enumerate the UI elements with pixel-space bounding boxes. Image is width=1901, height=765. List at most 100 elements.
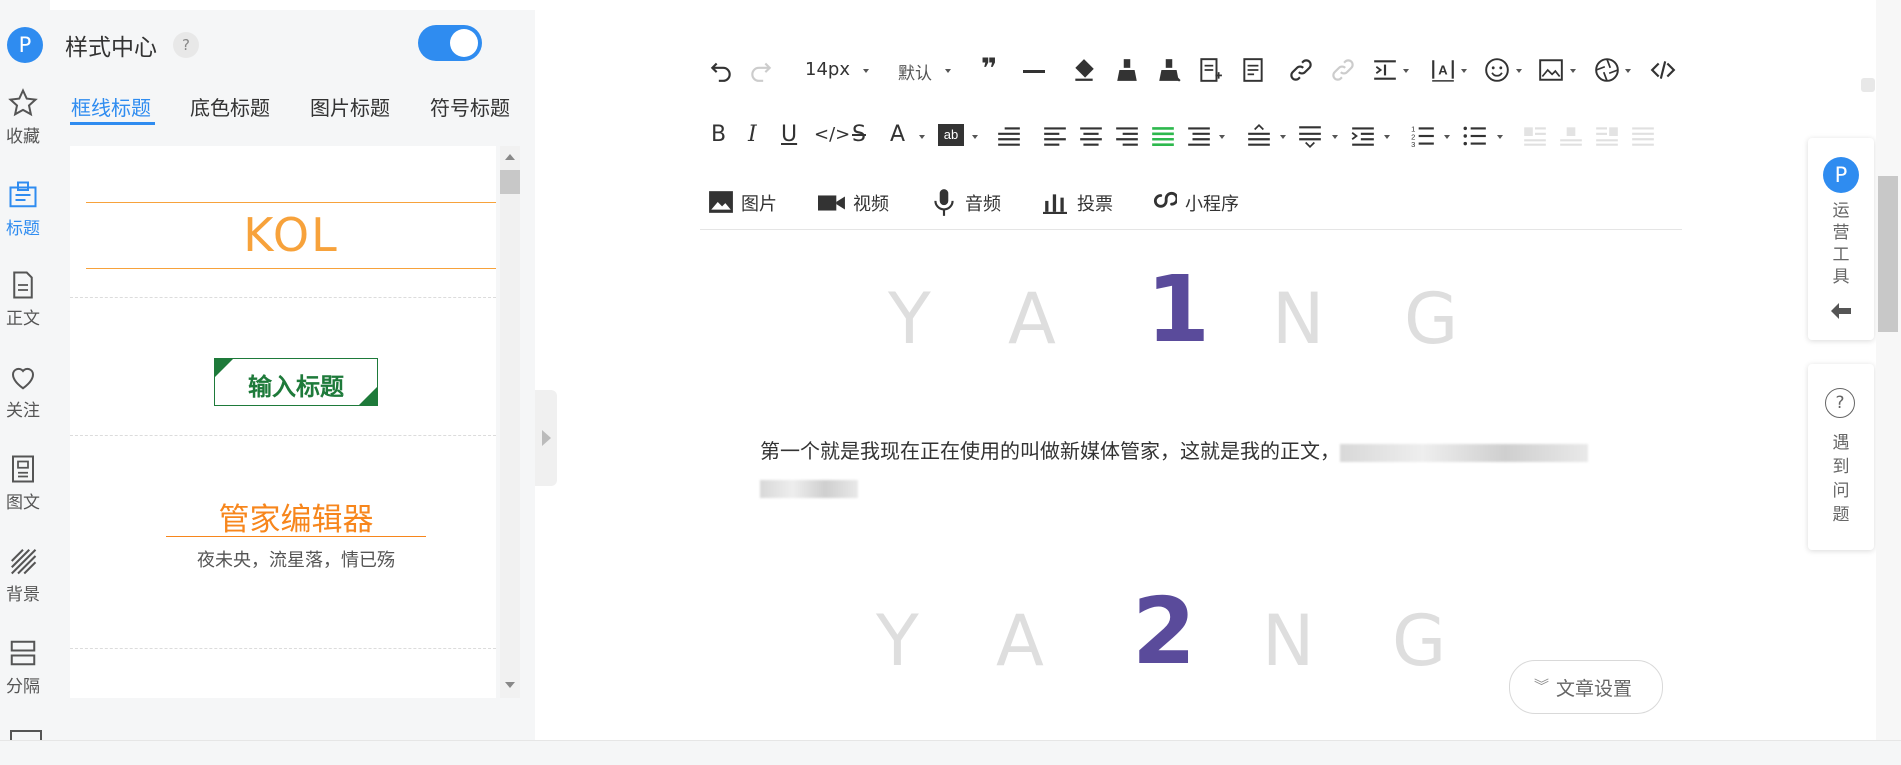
insert-video-label: 视频 [853,194,889,215]
indent-caret-icon [1384,135,1390,139]
template-input-title[interactable]: 输入标题 [214,358,378,406]
align-distribute-icon[interactable] [1186,123,1212,149]
aperture-icon[interactable] [1594,57,1620,83]
app-logo[interactable]: P [7,27,43,63]
insert-miniprogram-label: 小程序 [1185,194,1239,215]
line-height-icon[interactable] [1246,123,1272,149]
float-none-icon[interactable] [1630,123,1656,149]
eraser-icon[interactable] [1071,57,1097,83]
heart-icon [11,367,35,390]
rail-item-title[interactable]: 标题 [0,180,46,239]
operation-tools-card[interactable]: P 运 营 工 具 [1808,138,1874,340]
yang-letter-y: Y [888,278,931,360]
float-center-icon[interactable] [1558,123,1584,149]
article-settings-label: 文章设置 [1556,678,1633,700]
rail-item-background[interactable]: 背景 [0,546,46,605]
font-family-select[interactable]: 默认 [898,59,932,84]
scroll-up-arrow-icon[interactable] [505,154,515,160]
unlink-icon[interactable] [1330,57,1356,83]
tab-frame-title[interactable]: 框线标题 [71,92,151,121]
rail-item-divider[interactable]: 分隔 [0,638,46,697]
highlight-button[interactable]: ab [938,124,964,146]
rail-label: 标题 [6,219,40,239]
ordered-list-icon[interactable]: 123 [1410,123,1436,149]
undo-icon[interactable] [708,57,734,83]
format-brush-icon[interactable] [1114,57,1140,83]
picture-icon [709,191,733,213]
float-left-icon[interactable] [1522,123,1548,149]
help-icon[interactable]: ? [173,32,199,58]
underline-button[interactable]: U [781,122,797,147]
scroll-down-arrow-icon[interactable] [505,682,515,688]
font-color-button[interactable]: A [890,122,905,147]
align-justify-icon[interactable] [1150,123,1176,149]
tab-image-title[interactable]: 图片标题 [310,92,390,121]
page-scrollbar-thumb[interactable] [1878,176,1898,332]
background-icon [11,549,37,575]
article-settings-button[interactable]: ︾ 文章设置 [1509,660,1663,714]
font-family-caret-icon [945,69,951,73]
strikethrough-button[interactable]: S [852,122,866,147]
image-icon[interactable] [1538,57,1564,83]
bar-chart-icon [1043,194,1067,214]
template-kol[interactable]: KOL [86,202,496,272]
italic-button[interactable]: I [748,122,757,147]
rail-item-body[interactable]: 正文 [0,270,46,329]
source-code-icon[interactable] [1650,57,1676,83]
ops-logo-letter: P [1834,163,1848,187]
puzzle-icon[interactable] [1861,78,1875,92]
panel-scrollbar[interactable] [500,146,520,698]
quote-icon[interactable]: ❞ [981,52,997,85]
rail-label: 分隔 [6,677,40,697]
yang-letter-a-2: A [996,600,1044,682]
align-center-icon[interactable] [1078,123,1104,149]
help-label-char: 问 [1832,481,1850,501]
insert-doc-icon[interactable] [1197,57,1223,83]
panel-toggle-switch[interactable] [418,25,482,61]
collapse-panel-handle[interactable] [535,390,557,486]
horizontal-rule-icon[interactable] [1023,70,1045,73]
editor-name-text: 管家编辑器 [218,502,374,538]
image-caret-icon [1570,69,1576,73]
rail-item-image-text[interactable]: 图文 [0,454,46,513]
divider-icon [10,640,36,666]
insert-image-label: 图片 [741,194,777,215]
template-editor-name[interactable]: 管家编辑器 夜未央，流星落，情已殇 [166,494,426,584]
inline-code-button[interactable]: </> [814,124,850,145]
paragraph-spacing-icon[interactable] [1297,123,1323,149]
unordered-list-icon[interactable] [1462,123,1488,149]
document-icon [13,271,33,299]
page-scrollbar[interactable] [1876,0,1901,764]
tab-color-title[interactable]: 底色标题 [190,92,270,121]
paragraph-spacing-caret-icon [1332,135,1338,139]
float-right-icon[interactable] [1594,123,1620,149]
yang-letter-y-2: Y [876,600,919,682]
bold-button[interactable]: B [711,122,726,147]
letter-spacing-icon[interactable]: A [1430,57,1456,83]
image-text-icon [12,455,34,483]
indent-first-line-icon[interactable] [996,123,1022,149]
indent-icon[interactable] [1350,123,1376,149]
rail-label: 收藏 [6,127,40,147]
align-right-icon[interactable] [1114,123,1140,149]
columns-icon[interactable] [1372,57,1398,83]
link-icon[interactable] [1288,57,1314,83]
font-size-select[interactable]: 14px [805,59,850,80]
body-text: 第一个就是我现在正在使用的叫做新媒体管家，这就是我的正文， [760,439,1340,463]
template-separator [70,648,496,649]
template-doc-icon[interactable] [1240,57,1266,83]
rail-item-favorites[interactable]: 收藏 [0,88,46,147]
emoji-icon[interactable] [1484,57,1510,83]
clear-format-icon[interactable] [1156,57,1182,83]
align-left-icon[interactable] [1042,123,1068,149]
video-camera-icon [818,195,845,211]
tab-symbol-title[interactable]: 符号标题 [430,92,510,121]
redo-icon[interactable] [748,57,774,83]
ops-label-char: 工 [1832,245,1850,265]
insert-audio-label: 音频 [965,194,1001,215]
help-card[interactable]: ? 遇 到 问 题 [1808,364,1874,550]
panel-scrollbar-thumb[interactable] [500,170,520,194]
yang-letter-g-2: G [1392,600,1447,682]
rail-item-follow[interactable]: 关注 [0,362,46,421]
body-paragraph[interactable]: 第一个就是我现在正在使用的叫做新媒体管家，这就是我的正文， [760,433,1630,505]
